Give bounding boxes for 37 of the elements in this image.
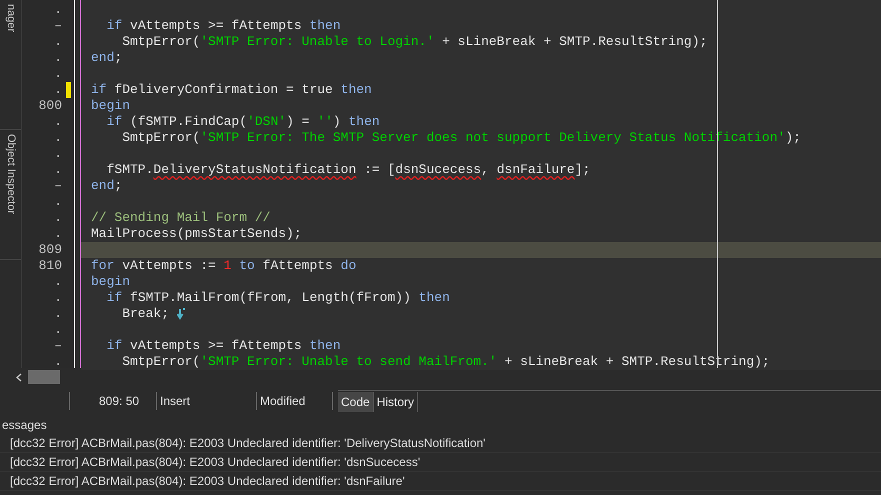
line-number: . bbox=[54, 354, 62, 370]
line-number: . bbox=[54, 34, 62, 50]
line-number: 810 bbox=[38, 258, 62, 274]
cursor-position: 809: 50 bbox=[98, 393, 140, 410]
line-number: . bbox=[54, 274, 62, 290]
scroll-left-icon[interactable] bbox=[16, 372, 22, 382]
side-tab[interactable]: Object Inspector bbox=[2, 134, 19, 214]
line-number: 809 bbox=[38, 242, 62, 258]
side-tab[interactable]: nager bbox=[2, 4, 19, 32]
line-number: . bbox=[54, 130, 62, 146]
line-number: . bbox=[54, 66, 62, 82]
line-number: . bbox=[54, 82, 62, 98]
line-number: – bbox=[54, 338, 62, 354]
line-number: . bbox=[54, 322, 62, 338]
line-number: . bbox=[54, 210, 62, 226]
error-message[interactable]: [dcc32 Error] ACBrMail.pas(804): E2003 Undeclared identifier: 'dsnSucecess' bbox=[10, 453, 420, 471]
line-number: . bbox=[54, 146, 62, 162]
line-number: . bbox=[54, 114, 62, 130]
line-number: . bbox=[54, 290, 62, 306]
messages-title: essages bbox=[2, 417, 48, 434]
line-number: . bbox=[54, 50, 62, 66]
line-number: – bbox=[54, 178, 62, 194]
error-message[interactable]: [dcc32 Error] ACBrMail.pas(804): E2003 Undeclared identifier: 'dsnFailure' bbox=[10, 472, 405, 490]
line-number: . bbox=[54, 306, 62, 322]
step-arrow-icon bbox=[177, 308, 188, 320]
scroll-thumb[interactable] bbox=[28, 370, 60, 384]
line-number: . bbox=[54, 162, 62, 178]
line-number: . bbox=[54, 2, 62, 18]
insert-mode: Insert bbox=[159, 393, 192, 410]
error-message[interactable]: [dcc32 Error] ACBrMail.pas(804): E2003 Undeclared identifier: 'DeliveryStatusNotification' bbox=[10, 434, 486, 452]
line-number: . bbox=[54, 226, 62, 242]
line-number: 800 bbox=[38, 98, 62, 114]
editor-tab[interactable]: Code bbox=[338, 392, 374, 412]
line-number: . bbox=[54, 194, 62, 210]
line-number: – bbox=[54, 18, 62, 34]
editor-tab[interactable]: History bbox=[374, 392, 418, 412]
modified-status: Modified bbox=[259, 393, 306, 410]
